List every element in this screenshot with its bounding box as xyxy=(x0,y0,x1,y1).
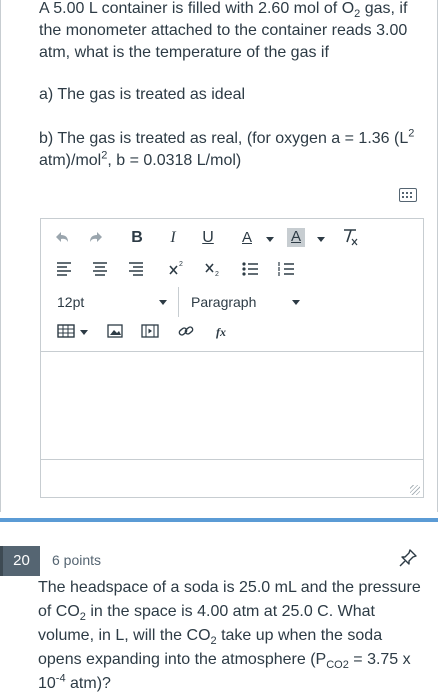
background-color-button[interactable]: A xyxy=(287,228,305,247)
italic-button[interactable]: I xyxy=(165,229,181,247)
question-text-part: A 5.00 L container is filled with 2.60 m… xyxy=(39,0,355,17)
svg-text:2: 2 xyxy=(215,271,219,277)
editor-statusbar xyxy=(41,459,423,498)
part-b-text: atm)/mol xyxy=(39,152,102,169)
align-left-icon[interactable] xyxy=(55,261,73,277)
keyboard-icon[interactable] xyxy=(399,188,417,202)
link-icon[interactable] xyxy=(177,323,195,339)
chevron-down-icon[interactable] xyxy=(266,237,274,242)
question-19-text: A 5.00 L container is filled with 2.60 m… xyxy=(39,0,431,64)
subscript-icon[interactable]: 2 xyxy=(203,259,221,277)
align-center-icon[interactable] xyxy=(91,261,109,277)
rich-text-editor: B I U A A 2 2 12pt Paragraph fx xyxy=(40,218,424,498)
question-number-badge: 20 xyxy=(0,546,40,576)
chevron-down-icon[interactable] xyxy=(317,237,325,242)
bullet-list-icon[interactable] xyxy=(241,261,259,277)
align-right-icon[interactable] xyxy=(127,261,145,277)
numbered-list-icon[interactable] xyxy=(277,261,295,277)
question-text-part: atm)? xyxy=(65,675,111,692)
font-size-select[interactable]: 12pt xyxy=(57,293,97,311)
table-icon[interactable] xyxy=(57,324,75,338)
question-points: 6 points xyxy=(52,552,102,568)
redo-icon[interactable] xyxy=(87,229,105,247)
question-divider xyxy=(0,518,438,522)
formula-icon[interactable]: fx xyxy=(213,323,229,341)
superscript: 2 xyxy=(408,127,415,140)
resize-grip-icon[interactable] xyxy=(410,485,420,495)
undo-icon[interactable] xyxy=(53,229,71,247)
media-icon[interactable] xyxy=(141,324,159,338)
clear-format-icon[interactable] xyxy=(341,227,359,247)
font-color-button[interactable]: A xyxy=(239,229,255,247)
chevron-down-icon[interactable] xyxy=(292,300,300,305)
subscript: CO2 xyxy=(326,659,349,672)
question-20-text: The headspace of a soda is 25.0 mL and t… xyxy=(38,576,430,696)
superscript-icon[interactable]: 2 xyxy=(167,259,185,277)
chevron-down-icon[interactable] xyxy=(159,300,167,305)
chevron-down-icon[interactable] xyxy=(80,330,88,335)
part-b-text: , b = 0.0318 L/mol) xyxy=(107,152,242,169)
toolbar-separator xyxy=(178,287,179,317)
pin-icon[interactable] xyxy=(398,548,418,568)
bold-button[interactable]: B xyxy=(129,229,145,247)
block-format-select[interactable]: Paragraph xyxy=(191,293,271,311)
part-a: a) The gas is treated as ideal xyxy=(39,86,246,103)
question-19: A 5.00 L container is filled with 2.60 m… xyxy=(0,0,438,512)
image-icon[interactable] xyxy=(107,324,123,338)
question-20: 20 6 points The headspace of a soda is 2… xyxy=(0,528,438,700)
underline-button[interactable]: U xyxy=(199,229,217,247)
superscript: -4 xyxy=(55,672,66,685)
editor-toolbar: B I U A A 2 2 12pt Paragraph fx xyxy=(41,219,423,352)
part-b-text: b) The gas is treated as real, (for oxyg… xyxy=(39,130,409,147)
editor-content-area[interactable] xyxy=(41,352,423,459)
svg-text:2: 2 xyxy=(179,261,183,268)
part-b: b) The gas is treated as real, (for oxyg… xyxy=(39,128,431,172)
